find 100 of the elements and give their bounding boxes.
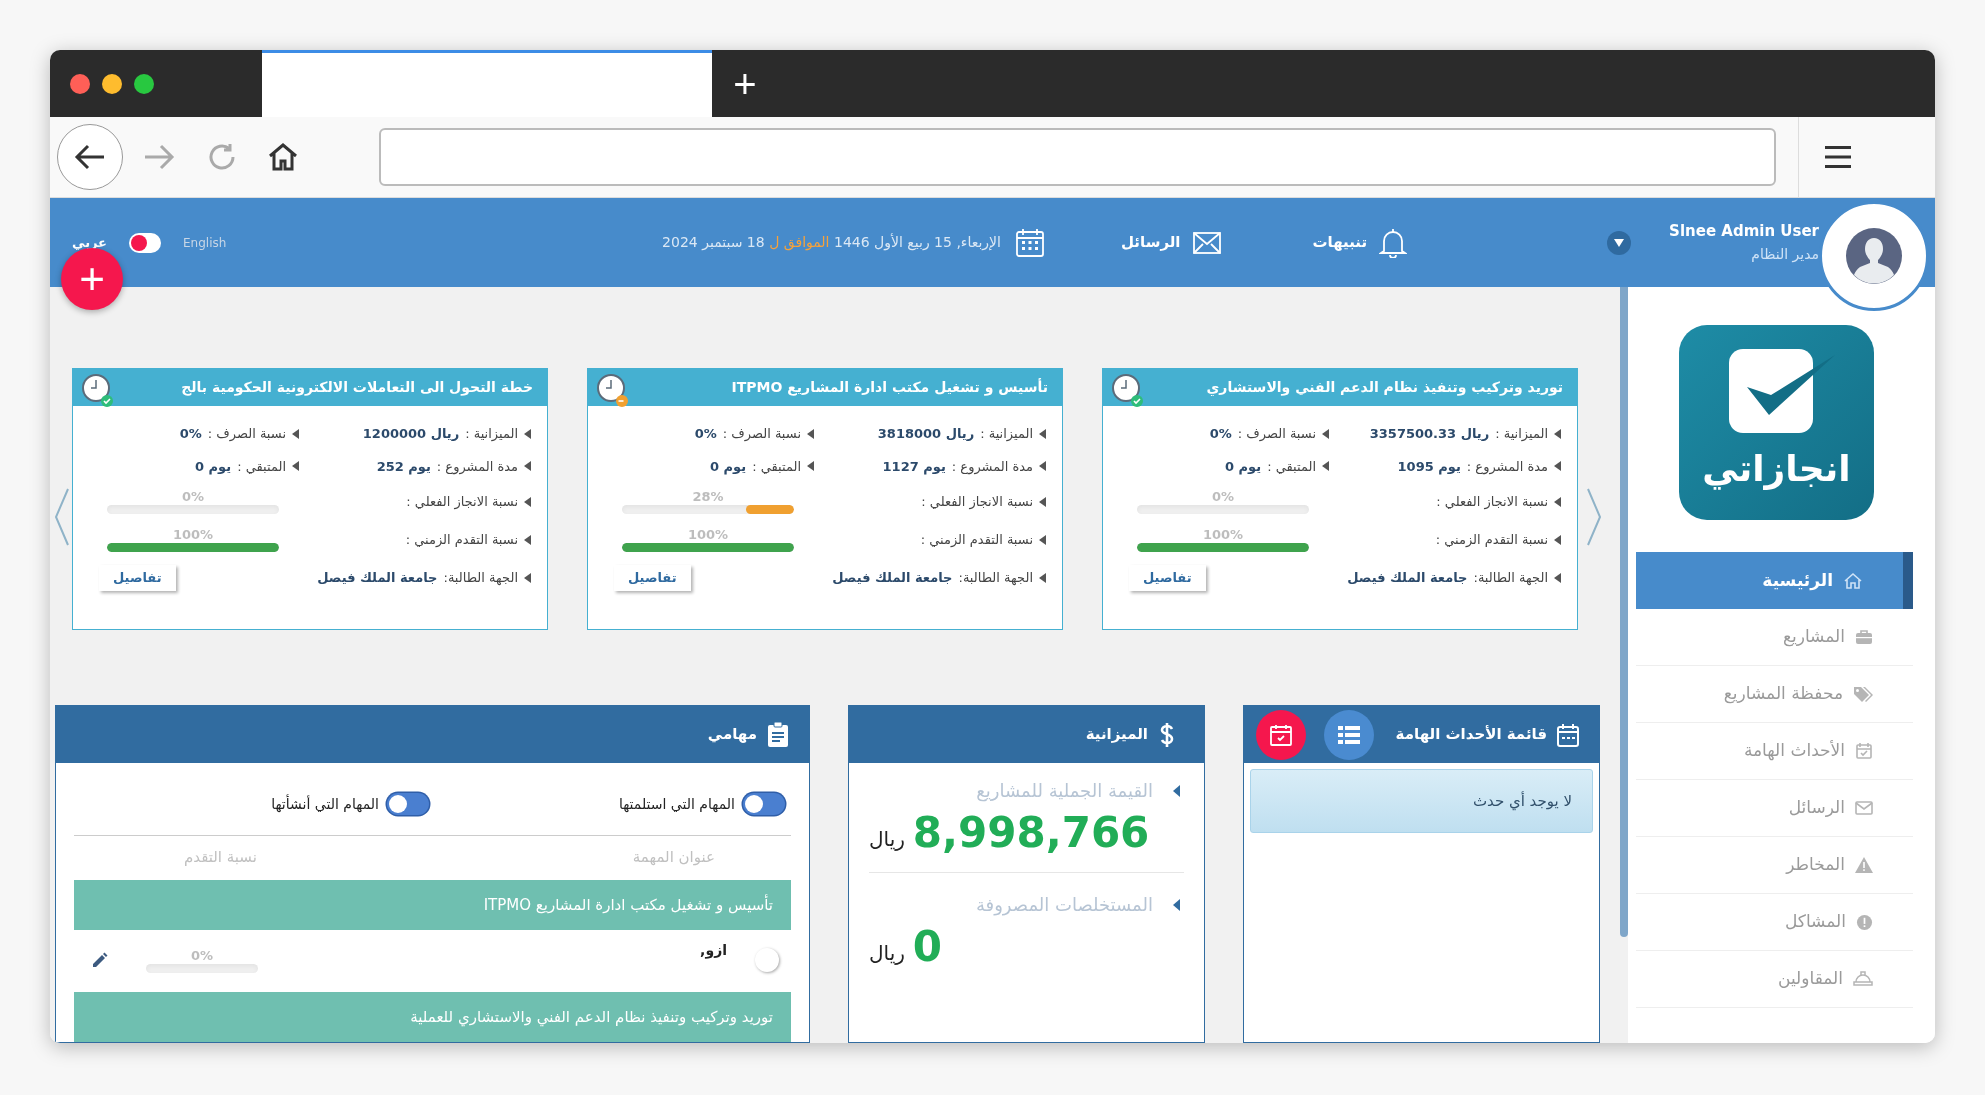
caret-icon [1554,428,1561,439]
helmet-icon [1853,970,1873,988]
field-value: 0% [1209,425,1232,443]
field-label: الجهة الطالبة: [1473,569,1548,588]
caret-icon [1554,534,1561,545]
caret-icon [1322,428,1329,439]
group-title: توريد وتركيب وتنفيذ نظام الدعم الفني والاستشاري للعملية [410,1006,773,1029]
field-label: نسبة الانجاز الفعلي : [406,492,518,512]
progress-reading: 28% [692,489,724,505]
field-label: الجهة الطالبة: [443,569,518,588]
field-label: المتبقي : [752,457,801,476]
clock-status-icon [81,373,115,407]
field-label: الميزانية : [980,425,1033,444]
notifications-link[interactable]: تنبيهات [1312,227,1408,258]
sidebar-item[interactable]: المقاولين [1636,951,1913,1008]
field-label: نسبة الصرف : [1237,425,1316,444]
language-toggle[interactable] [129,232,161,253]
field-value: جامعة الملك فيصل [1347,569,1468,587]
caret-icon [807,461,814,472]
user-menu-button[interactable] [1607,230,1632,255]
caret-icon [292,461,299,472]
field-value: 3818000 ريال [877,425,975,443]
new-tab-button[interactable]: + [712,50,778,117]
logo-text: انجازاتي [1702,447,1851,492]
toggle-label: المهام التي أنشأتها [271,793,379,814]
field-value: 3357500.33 ريال [1369,425,1490,443]
menu-icon[interactable] [1825,146,1851,168]
caret-icon [1554,572,1561,583]
caret-icon [1039,428,1046,439]
user-name: Slnee Admin User [1669,220,1819,242]
field-label: نسبة الانجاز الفعلي : [1436,492,1548,512]
card-title: خطة التحول الى التعاملات الالكترونية الحكومية بالج [181,378,533,398]
sidebar-item[interactable]: الرسائل [1636,780,1913,837]
stat-label: المستخلصات المصروفة [975,893,1153,918]
task-checkbox[interactable] [755,948,779,972]
field-value: 1095 يوم [1397,457,1461,476]
progress-reading: 0% [181,489,205,505]
caret-icon [1173,898,1180,911]
sidebar-item[interactable]: الرئيسية [1636,552,1913,609]
field-value: 0 يوم [710,457,747,476]
language-option[interactable]: English [183,233,227,252]
back-arrow-icon [74,143,106,171]
scrollbar[interactable] [1620,287,1628,937]
sidebar-item[interactable]: محفظة المشاريع [1636,666,1913,723]
field-value: 252 يوم [376,457,431,476]
field-label: مدة المشروع : [1466,457,1548,476]
current-date: الإربعاء, 15 ربيع الأول 1446 الموافق ل 18 سبتمبر 2024 [662,232,1001,253]
clipboard-icon [767,721,789,748]
stat-value: 8,998,766 [912,808,1150,858]
caret-icon [292,428,299,439]
field-value: 1200000 ريال [362,425,460,443]
envelope-icon [1192,231,1221,254]
caret-down-icon [1614,238,1625,247]
details-button[interactable]: تفاصيل [1129,565,1206,591]
close-window-icon[interactable] [70,73,90,94]
caret-icon [1039,496,1046,507]
caret-icon [807,428,814,439]
messages-link[interactable]: الرسائل [1121,231,1221,254]
field-value: 0% [694,425,717,443]
details-button[interactable]: تفاصيل [614,565,691,591]
sidebar-item[interactable]: الأحداث الهامة [1636,723,1913,780]
details-button[interactable]: تفاصيل [99,565,176,591]
user-silhouette-icon [1846,228,1902,284]
dollar-icon [1160,722,1174,747]
column-header: عنوان المهمة [632,846,715,868]
field-value: جامعة الملك فيصل [832,569,953,587]
caret-icon [1173,784,1180,797]
column-header: نسبة التقدم [184,846,257,868]
home-icon[interactable] [267,141,299,173]
minimize-window-icon[interactable] [102,73,122,94]
field-label: المتبقي : [237,457,286,476]
progress-reading: 100% [1202,527,1244,543]
card-title: توريد وتركيب وتنفيذ نظام الدعم الفني والاستشاري [1206,378,1563,398]
envelope-icon [1855,801,1873,815]
sidebar-item[interactable]: المخاطر [1636,837,1913,894]
toggle-switch[interactable] [743,793,785,815]
briefcase-icon [1855,628,1873,646]
warning-icon [1855,857,1873,873]
panel-title: مهامي [707,724,757,746]
progress-reading: 100% [687,527,729,543]
field-label: نسبة التقدم الزمني : [920,530,1033,549]
toggle-switch[interactable] [386,793,429,815]
browser-tab[interactable] [262,50,712,117]
sidebar-item[interactable]: المشاكل [1636,894,1913,951]
calendar-icon [1557,722,1579,747]
toggle-label: المهام التي استلمتها [618,794,735,814]
edit-icon[interactable] [92,952,108,968]
tags-icon [1853,685,1873,703]
field-label: مدة المشروع : [951,457,1033,476]
clock-status-icon [596,373,630,407]
caret-icon [1039,461,1046,472]
maximize-window-icon[interactable] [134,73,154,94]
house-icon [1843,570,1863,591]
stat-value: 0 [912,922,943,972]
field-value: 1127 يوم [882,457,946,476]
sidebar-item[interactable]: المشاريع [1636,609,1913,666]
card-title: تأسيس و تشغيل مكتب ادارة المشاريع ITPMO [731,377,1048,398]
caret-icon [1039,572,1046,583]
field-label: الميزانية : [465,425,518,444]
empty-alert: لا يوجد أي حدث [1250,769,1593,833]
